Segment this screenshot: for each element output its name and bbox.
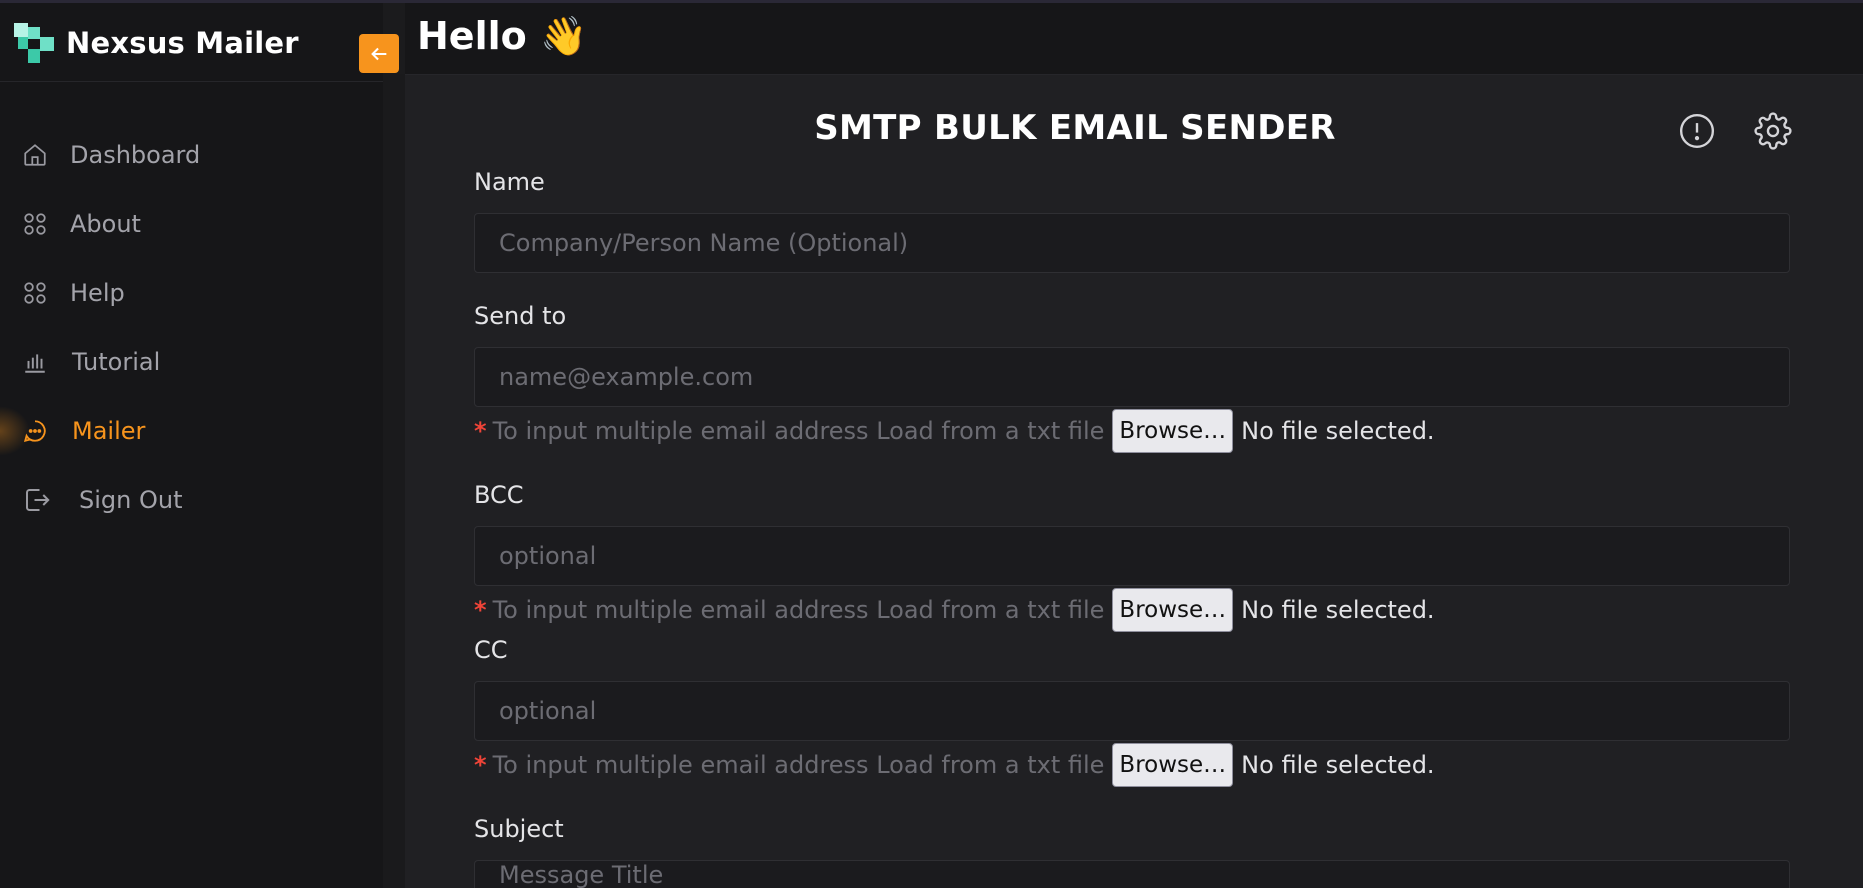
sidebar-item-label: Dashboard [70, 140, 201, 169]
send-to-file-helper: * To input multiple email address Load f… [474, 409, 1435, 453]
grid-icon [24, 282, 46, 304]
subject-label: Subject [474, 815, 564, 843]
sidebar-item-label: About [70, 209, 141, 238]
browse-button[interactable]: Browse… [1112, 743, 1234, 787]
helper-text: To input multiple email address Load fro… [492, 417, 1105, 445]
required-asterisk: * [474, 417, 487, 445]
browse-button[interactable]: Browse… [1112, 588, 1234, 632]
sidebar-item-label: Sign Out [79, 485, 183, 514]
greeting: Hello 👋 [417, 14, 588, 58]
gear-icon [1754, 112, 1792, 150]
collapse-sidebar-button[interactable] [359, 34, 399, 73]
bcc-label: BCC [474, 481, 524, 509]
name-input[interactable] [474, 213, 1790, 273]
arrow-left-icon [371, 47, 387, 60]
sidebar-rail [383, 74, 405, 888]
sidebar-item-about[interactable]: About [0, 189, 383, 258]
grid-icon [24, 213, 46, 235]
sidebar-item-tutorial[interactable]: Tutorial [0, 327, 383, 396]
subject-input[interactable] [474, 860, 1790, 888]
sidebar-item-label: Tutorial [72, 347, 161, 376]
send-to-label: Send to [474, 302, 567, 330]
logout-icon [26, 489, 50, 511]
sidebar-item-mailer[interactable]: Mailer [0, 396, 383, 465]
settings-button[interactable] [1754, 112, 1792, 150]
cc-file-helper: * To input multiple email address Load f… [474, 743, 1435, 787]
bcc-file-helper: * To input multiple email address Load f… [474, 588, 1435, 632]
sidebar-item-label: Help [70, 278, 125, 307]
required-asterisk: * [474, 751, 487, 779]
sidebar-nav: Dashboard About Help Tutorial Mailer Sig… [0, 120, 383, 534]
helper-text: To input multiple email address Load fro… [492, 751, 1105, 779]
file-status: No file selected. [1241, 751, 1435, 779]
cc-label: CC [474, 636, 508, 664]
chat-icon [23, 420, 46, 443]
alert-circle-icon [1679, 113, 1715, 149]
helper-text: To input multiple email address Load fro… [492, 596, 1105, 624]
send-to-input[interactable] [474, 347, 1790, 407]
file-status: No file selected. [1241, 596, 1435, 624]
brand[interactable]: Nexsus Mailer [14, 21, 299, 65]
app-logo-icon [14, 23, 54, 63]
home-icon [24, 144, 46, 166]
divider [0, 81, 383, 82]
file-status: No file selected. [1241, 417, 1435, 445]
app-name: Nexsus Mailer [66, 26, 299, 60]
page-title: SMTP BULK EMAIL SENDER [814, 108, 1336, 148]
cc-input[interactable] [474, 681, 1790, 741]
sidebar-item-dashboard[interactable]: Dashboard [0, 120, 383, 189]
bar-chart-icon [25, 354, 45, 373]
browse-button[interactable]: Browse… [1112, 409, 1234, 453]
sidebar-item-sign-out[interactable]: Sign Out [0, 465, 383, 534]
sidebar-item-help[interactable]: Help [0, 258, 383, 327]
sidebar: Nexsus Mailer Dashboard About Help Tutor… [0, 3, 383, 888]
top-header [405, 3, 1863, 75]
required-asterisk: * [474, 596, 487, 624]
sidebar-item-label: Mailer [72, 416, 146, 445]
name-label: Name [474, 168, 545, 196]
info-button[interactable] [1678, 112, 1716, 150]
bcc-input[interactable] [474, 526, 1790, 586]
